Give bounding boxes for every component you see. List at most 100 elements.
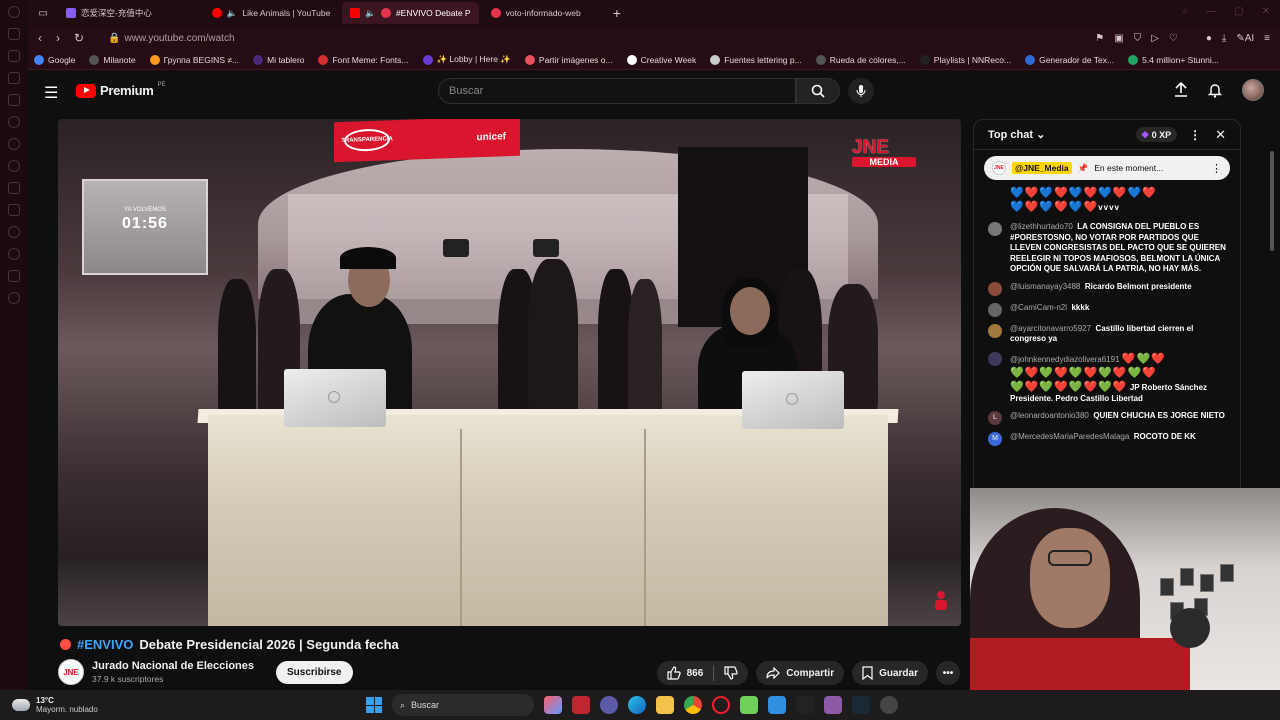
tab-3[interactable]: voto-informado-web bbox=[483, 2, 589, 24]
maximize-button[interactable]: ▢ bbox=[1234, 6, 1243, 17]
sidebar-player-icon[interactable] bbox=[8, 226, 20, 238]
chat-avatar[interactable] bbox=[988, 222, 1002, 236]
lock-icon[interactable]: 🔒 bbox=[108, 33, 120, 44]
tab-1[interactable]: 🔈 Like Animals | YouTube bbox=[204, 2, 339, 24]
sidebar-bag-icon[interactable] bbox=[8, 50, 20, 62]
channel-name[interactable]: Jurado Nacional de Elecciones bbox=[92, 660, 254, 672]
weather-widget[interactable]: 13°C Mayorm. nublado bbox=[12, 696, 98, 714]
bookmark-item[interactable]: Google bbox=[34, 54, 75, 65]
reload-button[interactable]: ↻ bbox=[74, 31, 84, 45]
more-actions-button[interactable]: ••• bbox=[936, 661, 960, 685]
chat-avatar[interactable] bbox=[988, 351, 1002, 366]
whiteboard-icon[interactable] bbox=[768, 696, 786, 714]
heart-icon[interactable]: ♡ bbox=[1169, 33, 1178, 44]
bookmark-item[interactable]: Rueda de colores,... bbox=[815, 54, 906, 65]
bookmark-item[interactable]: Partir imágenes o... bbox=[524, 54, 613, 65]
obs-icon[interactable] bbox=[880, 696, 898, 714]
app-circle-icon[interactable] bbox=[600, 696, 618, 714]
xp-badge[interactable]: ◆ 0 XP bbox=[1135, 127, 1178, 142]
tab-0[interactable]: 恋爱深空-充值中心 bbox=[58, 2, 160, 24]
sidebar-box-icon[interactable] bbox=[8, 72, 20, 84]
bookmark-icon[interactable]: ⚑ bbox=[1095, 33, 1104, 44]
profile-icon[interactable]: ● bbox=[1206, 33, 1212, 44]
bookmark-item[interactable]: 5.4 million+ Stunni... bbox=[1128, 54, 1219, 65]
tab-2-active[interactable]: 🔈 #ENVIVO Debate P bbox=[342, 2, 479, 24]
search-button[interactable] bbox=[796, 78, 840, 104]
chat-avatar[interactable]: L bbox=[988, 411, 1002, 425]
sidebar-chat-icon[interactable] bbox=[8, 116, 20, 128]
steam-icon[interactable] bbox=[852, 696, 870, 714]
speaker-icon[interactable]: 🔈 bbox=[365, 8, 376, 19]
chat-more-icon[interactable]: ⋮ bbox=[1189, 128, 1201, 142]
download-icon[interactable]: ⤓ bbox=[1222, 33, 1226, 44]
bookmark-item[interactable]: Playlists | NNReco... bbox=[919, 54, 1011, 65]
search-input[interactable]: Buscar bbox=[438, 78, 796, 104]
hamburger-menu-icon[interactable]: ☰ bbox=[44, 83, 58, 103]
game-icon[interactable] bbox=[824, 696, 842, 714]
pinned-message[interactable]: JNE @JNE_Media 📌 En este moment... ⋮ bbox=[984, 156, 1230, 180]
forward-button[interactable]: › bbox=[56, 31, 60, 45]
edge-icon[interactable] bbox=[628, 696, 646, 714]
subscribe-button[interactable]: Suscribirse bbox=[276, 660, 353, 684]
copilot-icon[interactable] bbox=[544, 696, 562, 714]
bookmark-item[interactable]: Группа BEGINS ≠... bbox=[149, 54, 239, 65]
new-tab-button[interactable]: + bbox=[613, 5, 621, 21]
upload-icon[interactable] bbox=[1174, 82, 1188, 98]
close-window-button[interactable]: ✕ bbox=[1262, 6, 1270, 17]
save-button[interactable]: Guardar bbox=[852, 661, 928, 685]
app-red-icon[interactable] bbox=[572, 696, 590, 714]
sidebar-settings-icon[interactable] bbox=[8, 292, 20, 304]
video-player[interactable]: TRANSPARENCIA unicef YA VOLVEMOS 01:56 J… bbox=[58, 119, 961, 626]
account-avatar[interactable] bbox=[1242, 79, 1264, 101]
pinned-more-icon[interactable]: ⋮ bbox=[1211, 162, 1222, 175]
close-chat-icon[interactable]: ✕ bbox=[1215, 127, 1226, 143]
notifications-bell-icon[interactable] bbox=[1208, 82, 1222, 98]
sidebar-x-icon[interactable] bbox=[8, 204, 20, 216]
file-explorer-icon[interactable] bbox=[656, 696, 674, 714]
tab-menu-icon[interactable]: ▭ bbox=[28, 8, 58, 19]
speaker-icon[interactable]: 🔈 bbox=[227, 8, 238, 19]
thumbs-down-icon[interactable] bbox=[724, 666, 738, 680]
sidebar-messenger-icon[interactable] bbox=[8, 138, 20, 150]
windows-start-icon[interactable] bbox=[366, 697, 382, 713]
browser-menu-icon[interactable]: ≡ bbox=[1264, 33, 1270, 44]
chat-mode-dropdown[interactable]: Top chat ⌄ bbox=[988, 128, 1045, 141]
youtube-logo[interactable]: Premium PE bbox=[76, 82, 166, 98]
shield-icon[interactable]: ⛉ bbox=[1134, 33, 1142, 44]
chrome-icon[interactable] bbox=[684, 696, 702, 714]
sidebar-home-icon[interactable] bbox=[8, 28, 20, 40]
voice-search-button[interactable] bbox=[848, 78, 874, 104]
chat-avatar[interactable]: M bbox=[988, 432, 1002, 446]
bookmark-item[interactable]: ✨ Lobby | Here ✨ bbox=[422, 54, 511, 65]
aria-ai-icon[interactable]: ✎AI bbox=[1236, 33, 1254, 44]
channel-avatar[interactable]: JNE bbox=[58, 659, 84, 685]
chat-avatar[interactable] bbox=[988, 302, 1002, 317]
bookmark-item[interactable]: Generador de Tex... bbox=[1025, 54, 1114, 65]
opera-logo-icon[interactable] bbox=[8, 6, 20, 18]
chat-avatar[interactable] bbox=[988, 323, 1002, 338]
bookmark-item[interactable]: Creative Week bbox=[626, 54, 696, 65]
channel-watermark-icon[interactable] bbox=[929, 588, 953, 612]
hashtag-link[interactable]: #ENVIVO bbox=[77, 637, 133, 652]
sidebar-whatsapp-icon[interactable] bbox=[8, 160, 20, 172]
like-button[interactable]: 866 bbox=[667, 666, 703, 680]
back-button[interactable]: ‹ bbox=[38, 31, 42, 45]
page-scrollbar[interactable] bbox=[1270, 151, 1274, 251]
share-button[interactable]: Compartir bbox=[756, 661, 845, 685]
bookmark-item[interactable]: Mi tablero bbox=[253, 54, 304, 65]
search-tabs-icon[interactable]: ⌕ bbox=[1183, 6, 1189, 17]
android-studio-icon[interactable] bbox=[740, 696, 758, 714]
chat-avatar[interactable] bbox=[988, 281, 1002, 296]
snapshot-icon[interactable]: ▣ bbox=[1114, 33, 1123, 44]
play-icon[interactable]: ▷ bbox=[1151, 33, 1159, 44]
url-field[interactable]: www.youtube.com/watch bbox=[124, 33, 234, 44]
sidebar-note-icon[interactable] bbox=[8, 94, 20, 106]
minimize-button[interactable]: — bbox=[1206, 6, 1216, 17]
bookmark-item[interactable]: Milanote bbox=[89, 54, 136, 65]
sidebar-history-icon[interactable] bbox=[8, 248, 20, 260]
sidebar-instagram-icon[interactable] bbox=[8, 182, 20, 194]
capcut-icon[interactable] bbox=[796, 696, 814, 714]
bookmark-item[interactable]: Fuentes lettering p... bbox=[710, 54, 802, 65]
taskbar-search[interactable]: ⌕ Buscar bbox=[392, 694, 534, 716]
bookmark-item[interactable]: Font Meme: Fonts... bbox=[318, 54, 409, 65]
